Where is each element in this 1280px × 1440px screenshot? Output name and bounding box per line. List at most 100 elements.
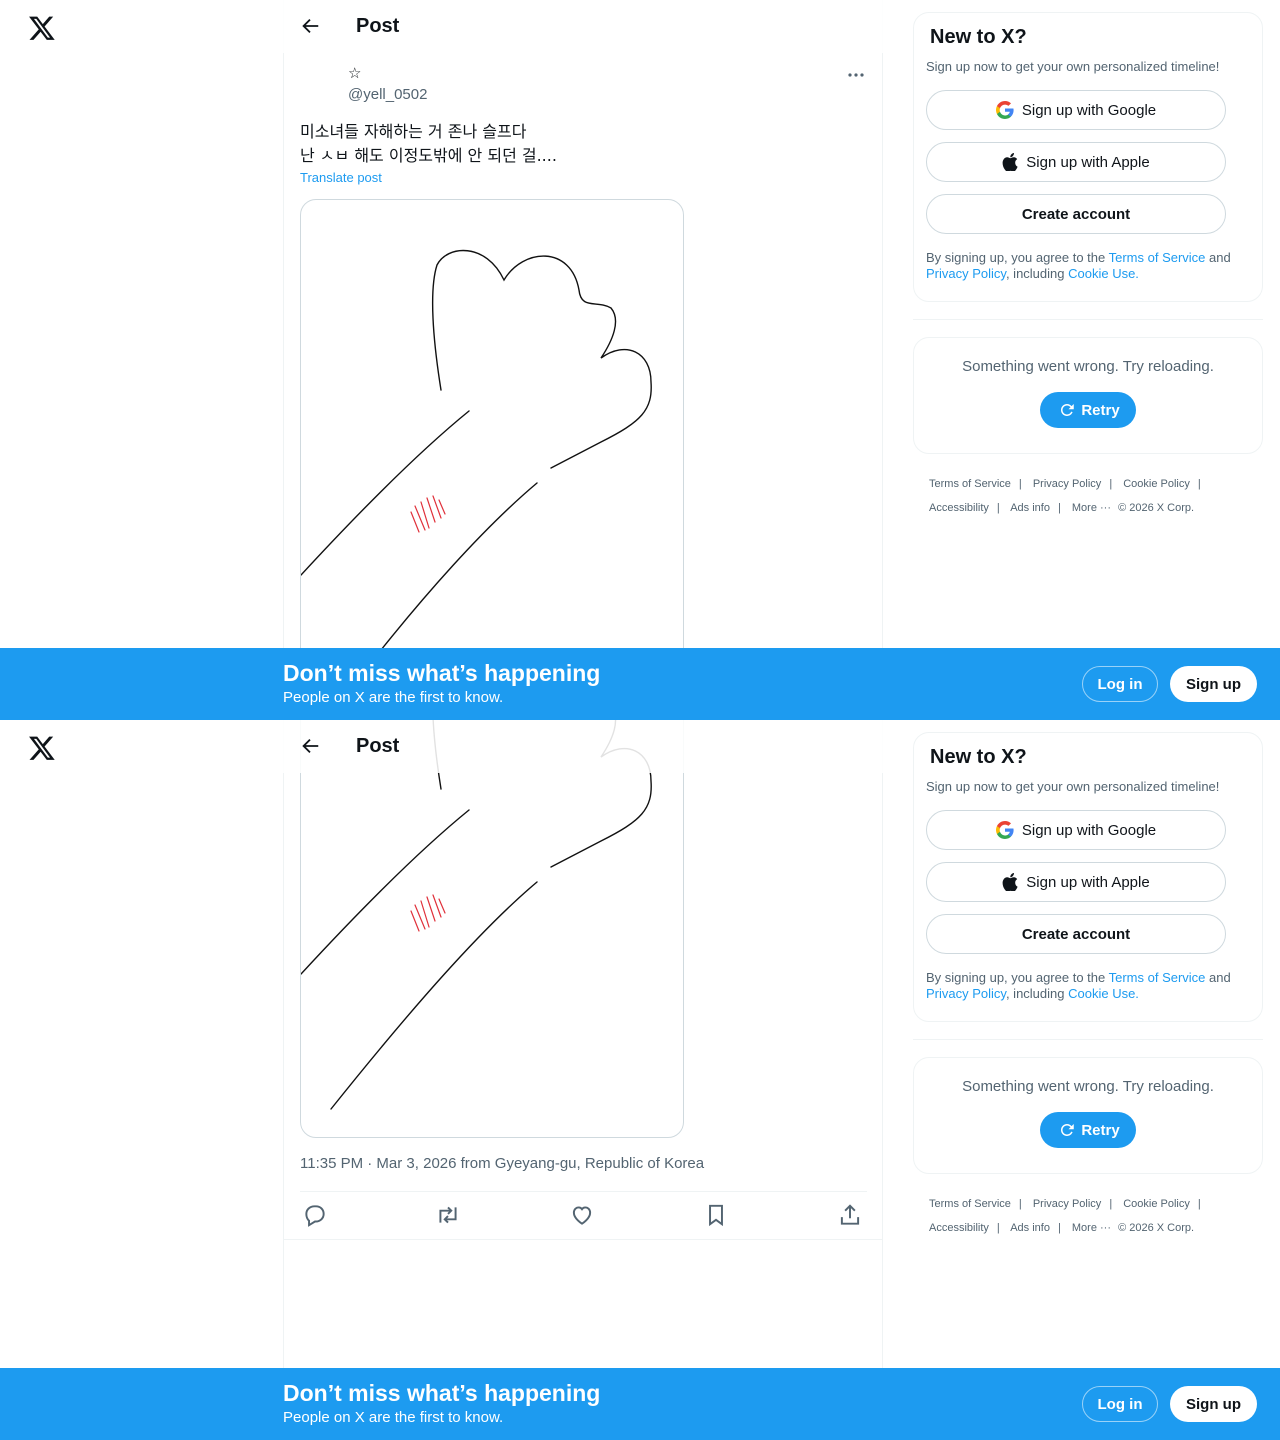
reply-icon[interactable] [302, 1202, 328, 1228]
login-button[interactable]: Log in [1082, 1386, 1158, 1422]
post-text-line: 난 ㅅㅂ 해도 이정도밖에 안 되던 걸.... [300, 146, 557, 165]
sidebar-footer: Terms of Service | Privacy Policy | Cookie… [929, 1198, 1201, 1234]
repost-icon[interactable] [435, 1202, 461, 1228]
retry-label: Retry [1081, 1121, 1120, 1139]
refresh-icon [1061, 404, 1075, 416]
apple-signup-button[interactable]: Sign up with Apple [926, 142, 1226, 182]
post-actions [300, 1202, 867, 1228]
create-account-button[interactable]: Create account [926, 914, 1226, 954]
footer-link[interactable]: Terms of Service [929, 1198, 1011, 1210]
error-card: Something went wrong. Try reloading. Ret… [913, 1057, 1263, 1174]
footer-link[interactable]: Terms of Service [929, 478, 1011, 490]
terms-prefix: By signing up, you agree to the [926, 970, 1109, 985]
signup-heading: New to X? [930, 746, 1027, 768]
signup-heading: New to X? [930, 26, 1027, 48]
google-signup-label: Sign up with Google [1021, 101, 1157, 119]
google-signup-label: Sign up with Google [1021, 821, 1157, 839]
x-logo-icon[interactable] [28, 734, 56, 762]
footer-link[interactable]: Privacy Policy [1033, 478, 1101, 490]
footer-link[interactable]: Ads info [1010, 1222, 1050, 1234]
post-image[interactable] [300, 720, 684, 1138]
cookie-use-link[interactable]: Cookie Use. [1068, 266, 1139, 281]
footer-more-link[interactable]: More ··· [1072, 502, 1111, 514]
refresh-icon [1061, 1124, 1075, 1136]
back-arrow-icon[interactable] [299, 15, 321, 37]
footer-link[interactable]: Accessibility [929, 1222, 989, 1234]
bottom-signup-banner: Don’t miss what’s happening People on X … [0, 648, 1280, 720]
banner-headline: Don’t miss what’s happening [283, 1380, 601, 1406]
cookie-use-link[interactable]: Cookie Use. [1068, 986, 1139, 1001]
post-author[interactable]: ☆ @yell_0502 [348, 64, 427, 103]
privacy-policy-link[interactable]: Privacy Policy [926, 266, 1006, 281]
footer-more-link[interactable]: More ··· [1072, 1222, 1111, 1234]
apple-signup-label: Sign up with Apple [1026, 153, 1150, 171]
author-name[interactable]: ☆ [348, 64, 427, 84]
terms-and: and [1205, 250, 1231, 265]
privacy-policy-link[interactable]: Privacy Policy [926, 986, 1006, 1001]
apple-signup-label: Sign up with Apple [1026, 873, 1150, 891]
footer-link[interactable]: Cookie Policy [1123, 1198, 1190, 1210]
like-icon[interactable] [569, 1202, 595, 1228]
terms-including: , including [1005, 266, 1069, 281]
post-image[interactable] [300, 199, 684, 720]
footer-link[interactable]: Accessibility [929, 502, 989, 514]
screenshot-bottom: Post 11:35 PM · Mar 3, 2026 from Gyeyang… [0, 720, 1280, 1440]
error-card: Something went wrong. Try reloading. Ret… [913, 337, 1263, 454]
google-icon [995, 821, 1014, 839]
create-account-button[interactable]: Create account [926, 194, 1226, 234]
post-text-line: 미소녀들 자해하는 거 존나 슬프다 [300, 122, 527, 141]
signup-subtext: Sign up now to get your own personalized… [926, 59, 1220, 74]
footer-link[interactable]: Privacy Policy [1033, 1198, 1101, 1210]
google-signup-button[interactable]: Sign up with Google [926, 90, 1226, 130]
bookmark-icon[interactable] [703, 1202, 729, 1228]
post-text: 미소녀들 자해하는 거 존나 슬프다 난 ㅅㅂ 해도 이정도밖에 안 되던 걸.… [300, 120, 860, 168]
retry-label: Retry [1081, 401, 1120, 419]
error-message: Something went wrong. Try reloading. [962, 358, 1214, 375]
back-arrow-icon[interactable] [299, 735, 321, 757]
footer-copyright: © 2026 X Corp. [1118, 502, 1195, 514]
footer-link[interactable]: Cookie Policy [1123, 478, 1190, 490]
author-handle[interactable]: @yell_0502 [348, 86, 427, 103]
banner-subline: People on X are the first to know. [283, 1409, 504, 1426]
apple-icon [1002, 153, 1018, 171]
signup-subtext: Sign up now to get your own personalized… [926, 779, 1220, 794]
banner-headline: Don’t miss what’s happening [283, 660, 601, 686]
terms-and: and [1205, 970, 1231, 985]
apple-signup-button[interactable]: Sign up with Apple [926, 862, 1226, 902]
sidebar-divider [913, 1039, 1263, 1040]
x-logo-icon[interactable] [28, 14, 56, 42]
more-options-icon[interactable] [844, 64, 868, 86]
right-sidebar: New to X? Sign up now to get your own pe… [913, 12, 1263, 520]
page-title: Post [356, 15, 400, 37]
signup-card: New to X? Sign up now to get your own pe… [913, 12, 1263, 302]
footer-link[interactable]: Ads info [1010, 502, 1050, 514]
arm-drawing-image [301, 720, 652, 1110]
signup-card: New to X? Sign up now to get your own pe… [913, 732, 1263, 1022]
terms-of-service-link[interactable]: Terms of Service [1109, 250, 1206, 265]
retry-button[interactable]: Retry [1040, 392, 1136, 428]
bottom-signup-banner: Don’t miss what’s happening People on X … [0, 1368, 1280, 1440]
share-icon[interactable] [837, 1202, 863, 1228]
terms-of-service-link[interactable]: Terms of Service [1109, 970, 1206, 985]
google-signup-button[interactable]: Sign up with Google [926, 810, 1226, 850]
arm-drawing-image [301, 249, 652, 651]
signup-button[interactable]: Sign up [1170, 666, 1257, 702]
terms-text: By signing up, you agree to the Terms of… [926, 250, 1250, 282]
post-timestamp[interactable]: 11:35 PM · Mar 3, 2026 from Gyeyang-gu, … [300, 1155, 704, 1172]
translate-post-link[interactable]: Translate post [300, 170, 382, 185]
post-header: Post [283, 720, 883, 773]
apple-icon [1002, 873, 1018, 891]
page-title: Post [356, 735, 400, 757]
divider [284, 1239, 882, 1240]
terms-including: , including [1005, 986, 1069, 1001]
retry-button[interactable]: Retry [1040, 1112, 1136, 1148]
signup-button[interactable]: Sign up [1170, 1386, 1257, 1422]
sidebar-divider [913, 319, 1263, 320]
right-sidebar: New to X? Sign up now to get your own pe… [913, 732, 1263, 1240]
footer-copyright: © 2026 X Corp. [1118, 1222, 1195, 1234]
divider [300, 1191, 867, 1192]
login-button[interactable]: Log in [1082, 666, 1158, 702]
screenshot-top: Post ☆ @yell_0502 미소녀들 자해하는 거 존나 슬프다 난 ㅅ… [0, 0, 1280, 720]
terms-text: By signing up, you agree to the Terms of… [926, 970, 1250, 1002]
google-icon [995, 101, 1014, 119]
